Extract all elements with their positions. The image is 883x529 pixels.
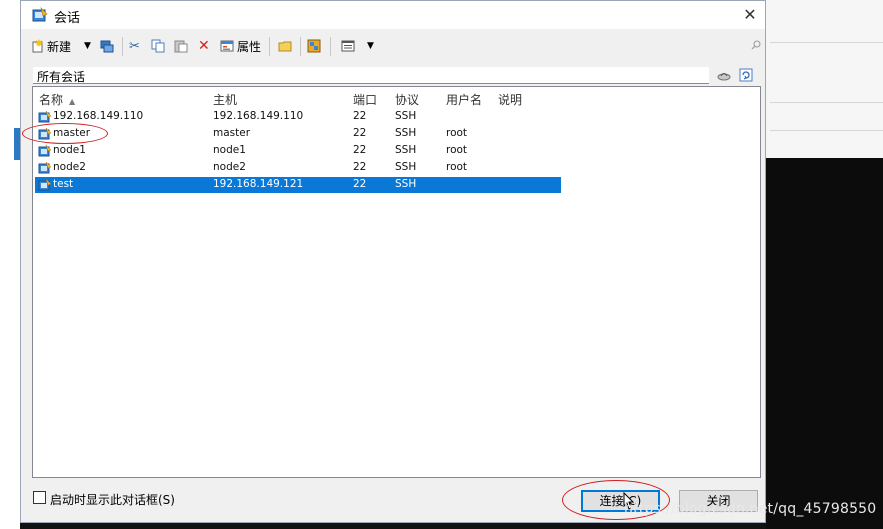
session-port-cell: 22 — [353, 161, 367, 173]
background-divider — [770, 130, 883, 131]
session-port-cell: 22 — [353, 178, 367, 190]
copy-icon — [151, 39, 165, 53]
session-port-cell: 22 — [353, 127, 367, 139]
session-user-cell: root — [446, 127, 468, 139]
view-icon — [341, 40, 355, 52]
session-user-cell: root — [446, 161, 468, 173]
column-header-host[interactable]: 主机 — [213, 91, 237, 108]
session-protocol-cell: SSH — [395, 161, 417, 173]
dropdown-arrow-icon[interactable]: ▼ — [367, 35, 374, 57]
close-icon[interactable]: ✕ — [737, 3, 763, 27]
column-header-port[interactable]: 端口 — [353, 91, 377, 108]
session-name-cell: master — [53, 127, 91, 139]
session-name-cell: test — [53, 178, 74, 190]
session-row[interactable]: node1 node1 22 SSH root — [35, 143, 561, 159]
connect-icon — [100, 40, 114, 53]
session-protocol-cell: SSH — [395, 127, 417, 139]
column-header-description[interactable]: 说明 — [498, 91, 522, 108]
background-divider — [770, 102, 883, 103]
sort-ascending-icon: ▲ — [69, 97, 76, 106]
session-icon — [38, 161, 52, 174]
session-icon — [38, 144, 52, 157]
toolbar: 新建 ▼ ✂ ✕ 属性 ▼ — [21, 31, 765, 61]
cut-icon[interactable]: ✂ — [129, 35, 140, 57]
session-host-cell: master — [213, 127, 251, 139]
new-session-icon — [32, 39, 43, 53]
column-header-protocol[interactable]: 协议 — [395, 91, 419, 108]
background-divider — [770, 42, 883, 43]
session-app-icon — [32, 7, 48, 22]
properties-label: 属性 — [237, 39, 262, 54]
connect-button[interactable] — [100, 35, 114, 57]
folder-icon — [278, 41, 292, 52]
column-header-name[interactable]: 名称 ▲ — [39, 91, 75, 108]
column-header-name-label: 名称 — [39, 93, 64, 107]
folder-path-bar: 所有会话 — [33, 65, 753, 85]
search-icon[interactable] — [751, 40, 761, 50]
session-row[interactable]: node2 node2 22 SSH root — [35, 160, 561, 176]
session-icon — [38, 110, 52, 123]
new-folder-button[interactable] — [278, 35, 292, 57]
column-header-username[interactable]: 用户名 — [446, 91, 482, 108]
background-window-right — [766, 0, 883, 159]
refresh-icon[interactable] — [739, 68, 753, 82]
startup-checkbox-label: 启动时显示此对话框(S) — [50, 493, 175, 507]
layout-icon — [307, 39, 321, 53]
background-terminal — [766, 158, 883, 529]
session-row[interactable]: test 192.168.149.121 22 SSH — [35, 177, 561, 193]
view-button[interactable] — [341, 35, 355, 57]
session-host-cell: node1 — [213, 144, 246, 156]
dialog-title: 会话 — [54, 11, 81, 26]
properties-icon — [220, 40, 234, 52]
toolbar-separator — [300, 37, 301, 56]
session-icon — [38, 127, 52, 140]
delete-icon[interactable]: ✕ — [198, 35, 210, 57]
startup-checkbox[interactable] — [33, 491, 46, 504]
new-session-label: 新建 — [47, 39, 72, 54]
paste-icon — [174, 40, 188, 53]
session-host-cell: node2 — [213, 161, 246, 173]
toolbar-separator — [330, 37, 331, 56]
session-dialog: 会话 ✕ 新建 ▼ ✂ ✕ 属性 ▼ 所有会话 名称 ▲ 主机 端口 协议 用户… — [20, 0, 766, 523]
session-icon — [38, 178, 52, 191]
background-window-left — [0, 0, 20, 529]
folder-path-field[interactable]: 所有会话 — [33, 67, 709, 84]
new-session-button[interactable]: 新建 — [31, 35, 71, 57]
toolbar-separator — [122, 37, 123, 56]
session-name-cell: node2 — [53, 161, 86, 173]
session-protocol-cell: SSH — [395, 144, 417, 156]
session-protocol-cell: SSH — [395, 110, 417, 122]
session-port-cell: 22 — [353, 144, 367, 156]
session-host-cell: 192.168.149.121 — [213, 178, 304, 190]
session-row[interactable]: master master 22 SSH root — [35, 126, 561, 142]
toolbar-separator — [269, 37, 270, 56]
session-row[interactable]: 192.168.149.110 192.168.149.110 22 SSH — [35, 109, 561, 125]
sync-icon[interactable] — [717, 68, 731, 82]
session-list[interactable]: 名称 ▲ 主机 端口 协议 用户名 说明 192.168.149.110 192.1… — [32, 86, 761, 478]
folder-path-text: 所有会话 — [37, 70, 86, 84]
session-host-cell: 192.168.149.110 — [213, 110, 304, 122]
copy-button[interactable] — [151, 35, 165, 57]
session-name-cell: node1 — [53, 144, 86, 156]
watermark: https://blog.csdn.net/qq_45798550 — [624, 501, 877, 517]
session-port-cell: 22 — [353, 110, 367, 122]
session-name-cell: 192.168.149.110 — [53, 110, 144, 122]
layout-button[interactable] — [307, 35, 321, 57]
title-bar: 会话 ✕ — [21, 1, 765, 29]
properties-button[interactable]: 属性 — [220, 35, 261, 57]
dropdown-arrow-icon[interactable]: ▼ — [84, 35, 91, 57]
session-user-cell: root — [446, 144, 468, 156]
session-protocol-cell: SSH — [395, 178, 417, 190]
paste-button[interactable] — [174, 35, 188, 57]
